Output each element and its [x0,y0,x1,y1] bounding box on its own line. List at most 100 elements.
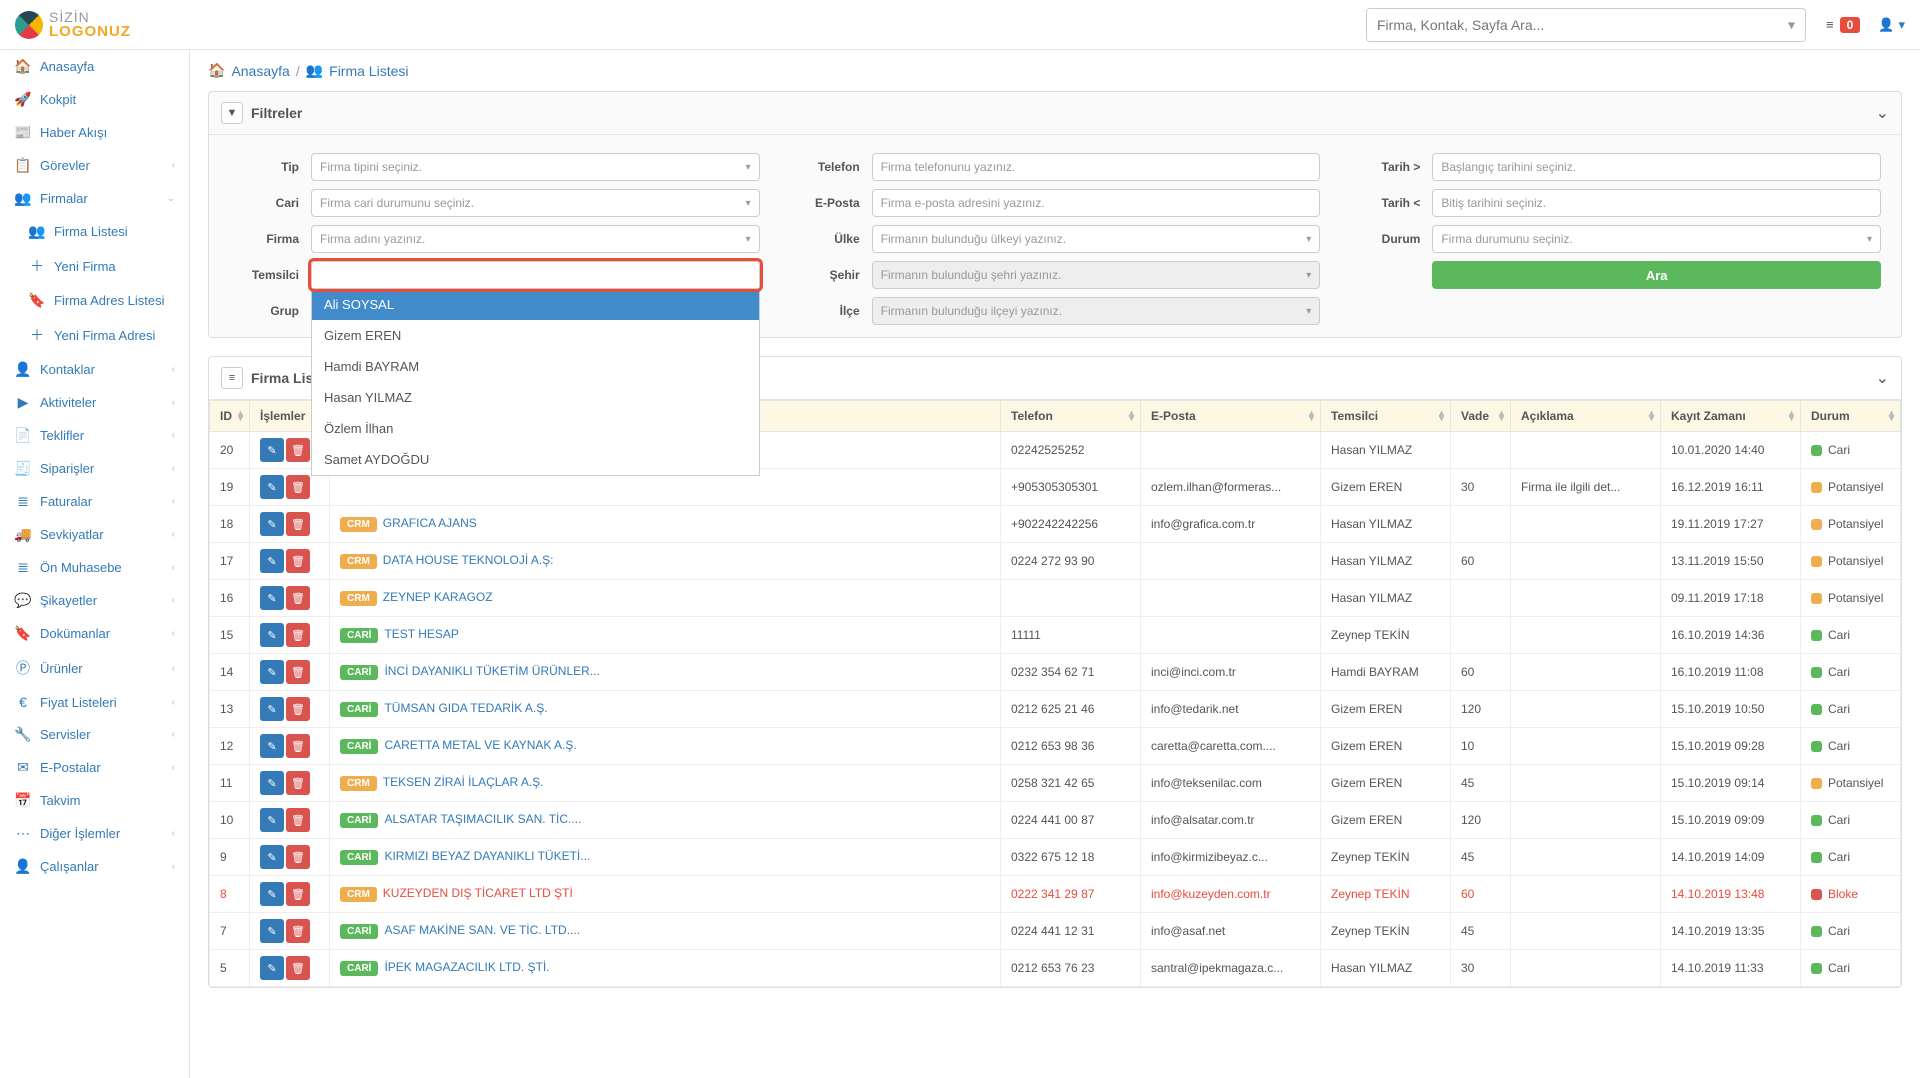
sidebar-subitem[interactable]: 🔖Firma Adres Listesi [0,284,189,317]
sidebar-item-kokpit[interactable]: 🚀Kokpit [0,83,189,116]
sidebar-item-ürünler[interactable]: ⓅÜrünler‹ [0,650,189,686]
delete-button[interactable]: 🗑 [286,734,310,758]
firma-link[interactable]: KUZEYDEN DIŞ TİCARET LTD ŞTİ [383,886,573,900]
delete-button[interactable]: 🗑 [286,660,310,684]
durum-select[interactable]: Firma durumunu seçiniz. [1432,225,1881,253]
edit-button[interactable]: ✎ [260,623,284,647]
sidebar-item-siparişler[interactable]: 🧾Siparişler‹ [0,452,189,485]
edit-button[interactable]: ✎ [260,475,284,499]
ulke-select[interactable]: Firmanın bulunduğu ülkeyi yazınız. [872,225,1321,253]
column-header[interactable]: ID▴▾ [210,401,250,432]
firma-link[interactable]: TÜMSAN GIDA TEDARİK A.Ş. [384,701,547,715]
cari-select[interactable]: Firma cari durumunu seçiniz. [311,189,760,217]
ilce-select[interactable]: Firmanın bulunduğu ilçeyi yazınız. [872,297,1321,325]
sidebar-item-fiyat-listeleri[interactable]: €Fiyat Listeleri‹ [0,686,189,718]
sidebar-item-görevler[interactable]: 📋Görevler‹ [0,149,189,182]
firma-link[interactable]: TEST HESAP [384,627,458,641]
sidebar-item-çalışanlar[interactable]: 👤Çalışanlar‹ [0,850,189,883]
delete-button[interactable]: 🗑 [286,586,310,610]
firma-link[interactable]: DATA HOUSE TEKNOLOJİ A.Ş: [383,553,554,567]
firma-link[interactable]: TEKSEN ZİRAİ İLAÇLAR A.Ş. [383,775,544,789]
breadcrumb-home[interactable]: Anasayfa [231,63,289,79]
column-header[interactable]: E-Posta▴▾ [1141,401,1321,432]
sehir-select[interactable]: Firmanın bulunduğu şehri yazınız. [872,261,1321,289]
temsilci-combobox-input[interactable] [311,261,760,289]
edit-button[interactable]: ✎ [260,512,284,536]
dropdown-option[interactable]: Hamdi BAYRAM [312,351,759,382]
edit-button[interactable]: ✎ [260,697,284,721]
notifications[interactable]: ≡ 0 [1826,17,1860,33]
global-search-input[interactable]: Firma, Kontak, Sayfa Ara... ▾ [1366,8,1806,42]
dropdown-option[interactable]: Samet AYDOĞDU [312,444,759,475]
column-header[interactable]: Açıklama▴▾ [1511,401,1661,432]
firma-link[interactable]: ASAF MAKİNE SAN. VE TİC. LTD.... [384,923,580,937]
delete-button[interactable]: 🗑 [286,475,310,499]
column-header[interactable]: Kayıt Zamanı▴▾ [1661,401,1801,432]
dropdown-option[interactable]: Ali SOYSAL [312,289,759,320]
firma-link[interactable]: İPEK MAGAZACILIK LTD. ŞTİ. [384,960,549,974]
sidebar-subitem[interactable]: 👥Firma Listesi [0,215,189,248]
sidebar-item-şikayetler[interactable]: 💬Şikayetler‹ [0,584,189,617]
column-header[interactable]: Telefon▴▾ [1001,401,1141,432]
edit-button[interactable]: ✎ [260,882,284,906]
column-header[interactable]: Vade▴▾ [1451,401,1511,432]
sidebar-item-sevkiyatlar[interactable]: 🚚Sevkiyatlar‹ [0,518,189,551]
firma-link[interactable]: İNCİ DAYANIKLI TÜKETİM ÜRÜNLER... [384,664,599,678]
edit-button[interactable]: ✎ [260,771,284,795]
delete-button[interactable]: 🗑 [286,771,310,795]
column-header[interactable]: Durum▴▾ [1801,401,1901,432]
dropdown-option[interactable]: Gizem EREN [312,320,759,351]
sidebar-subitem[interactable]: ＋Yeni Firma Adresi [0,317,189,353]
dropdown-option[interactable]: Hasan YILMAZ [312,382,759,413]
sidebar-item-teklifler[interactable]: 📄Teklifler‹ [0,419,189,452]
edit-button[interactable]: ✎ [260,734,284,758]
edit-button[interactable]: ✎ [260,549,284,573]
edit-button[interactable]: ✎ [260,586,284,610]
firma-link[interactable]: KIRMIZI BEYAZ DAYANIKLI TÜKETİ... [384,849,590,863]
sidebar-item-anasayfa[interactable]: 🏠Anasayfa [0,50,189,83]
edit-button[interactable]: ✎ [260,660,284,684]
sidebar-item-e-postalar[interactable]: ✉E-Postalar‹ [0,751,189,784]
eposta-input[interactable]: Firma e-posta adresini yazınız. [872,189,1321,217]
sidebar-item-aktiviteler[interactable]: ▶Aktiviteler‹ [0,386,189,419]
sidebar-item-diğer-i̇şlemler[interactable]: ⋯Diğer İşlemler‹ [0,817,189,850]
delete-button[interactable]: 🗑 [286,919,310,943]
tip-select[interactable]: Firma tipini seçiniz. [311,153,760,181]
edit-button[interactable]: ✎ [260,845,284,869]
sidebar-item-firmalar[interactable]: 👥Firmalar⌄ [0,182,189,215]
firma-link[interactable]: GRAFICA AJANS [383,516,477,530]
delete-button[interactable]: 🗑 [286,512,310,536]
firma-link[interactable]: CARETTA METAL VE KAYNAK A.Ş. [384,738,576,752]
collapse-icon[interactable]: ⌄ [1876,368,1889,388]
edit-button[interactable]: ✎ [260,919,284,943]
user-menu[interactable]: 👤 ▾ [1878,17,1905,33]
firma-link[interactable]: ALSATAR TAŞIMACILIK SAN. TİC.... [384,812,581,826]
logo[interactable]: SİZİN LOGONUZ [15,10,131,39]
dropdown-option[interactable]: Özlem İlhan [312,413,759,444]
delete-button[interactable]: 🗑 [286,882,310,906]
tarih-gt-input[interactable]: Başlangıç tarihini seçiniz. [1432,153,1881,181]
sidebar-item-ön-muhasebe[interactable]: ≣Ön Muhasebe‹ [0,551,189,584]
delete-button[interactable]: 🗑 [286,549,310,573]
delete-button[interactable]: 🗑 [286,956,310,980]
sidebar-item-faturalar[interactable]: ≣Faturalar‹ [0,485,189,518]
sidebar-subitem[interactable]: ＋Yeni Firma [0,248,189,284]
delete-button[interactable]: 🗑 [286,808,310,832]
delete-button[interactable]: 🗑 [286,697,310,721]
delete-button[interactable]: 🗑 [286,438,310,462]
sidebar-item-takvim[interactable]: 📅Takvim [0,784,189,817]
firma-link[interactable]: ZEYNEP KARAGOZ [383,590,493,604]
firma-select[interactable]: Firma adını yazınız. [311,225,760,253]
collapse-icon[interactable]: ⌄ [1876,103,1889,123]
sidebar-item-haber-akışı[interactable]: 📰Haber Akışı [0,116,189,149]
column-header[interactable]: Temsilci▴▾ [1321,401,1451,432]
sidebar-item-kontaklar[interactable]: 👤Kontaklar‹ [0,353,189,386]
edit-button[interactable]: ✎ [260,808,284,832]
delete-button[interactable]: 🗑 [286,623,310,647]
filter-panel-header[interactable]: ▼ Filtreler ⌄ [209,92,1901,135]
telefon-input[interactable]: Firma telefonunu yazınız. [872,153,1321,181]
edit-button[interactable]: ✎ [260,956,284,980]
edit-button[interactable]: ✎ [260,438,284,462]
sidebar-item-servisler[interactable]: 🔧Servisler‹ [0,718,189,751]
search-button[interactable]: Ara [1432,261,1881,289]
